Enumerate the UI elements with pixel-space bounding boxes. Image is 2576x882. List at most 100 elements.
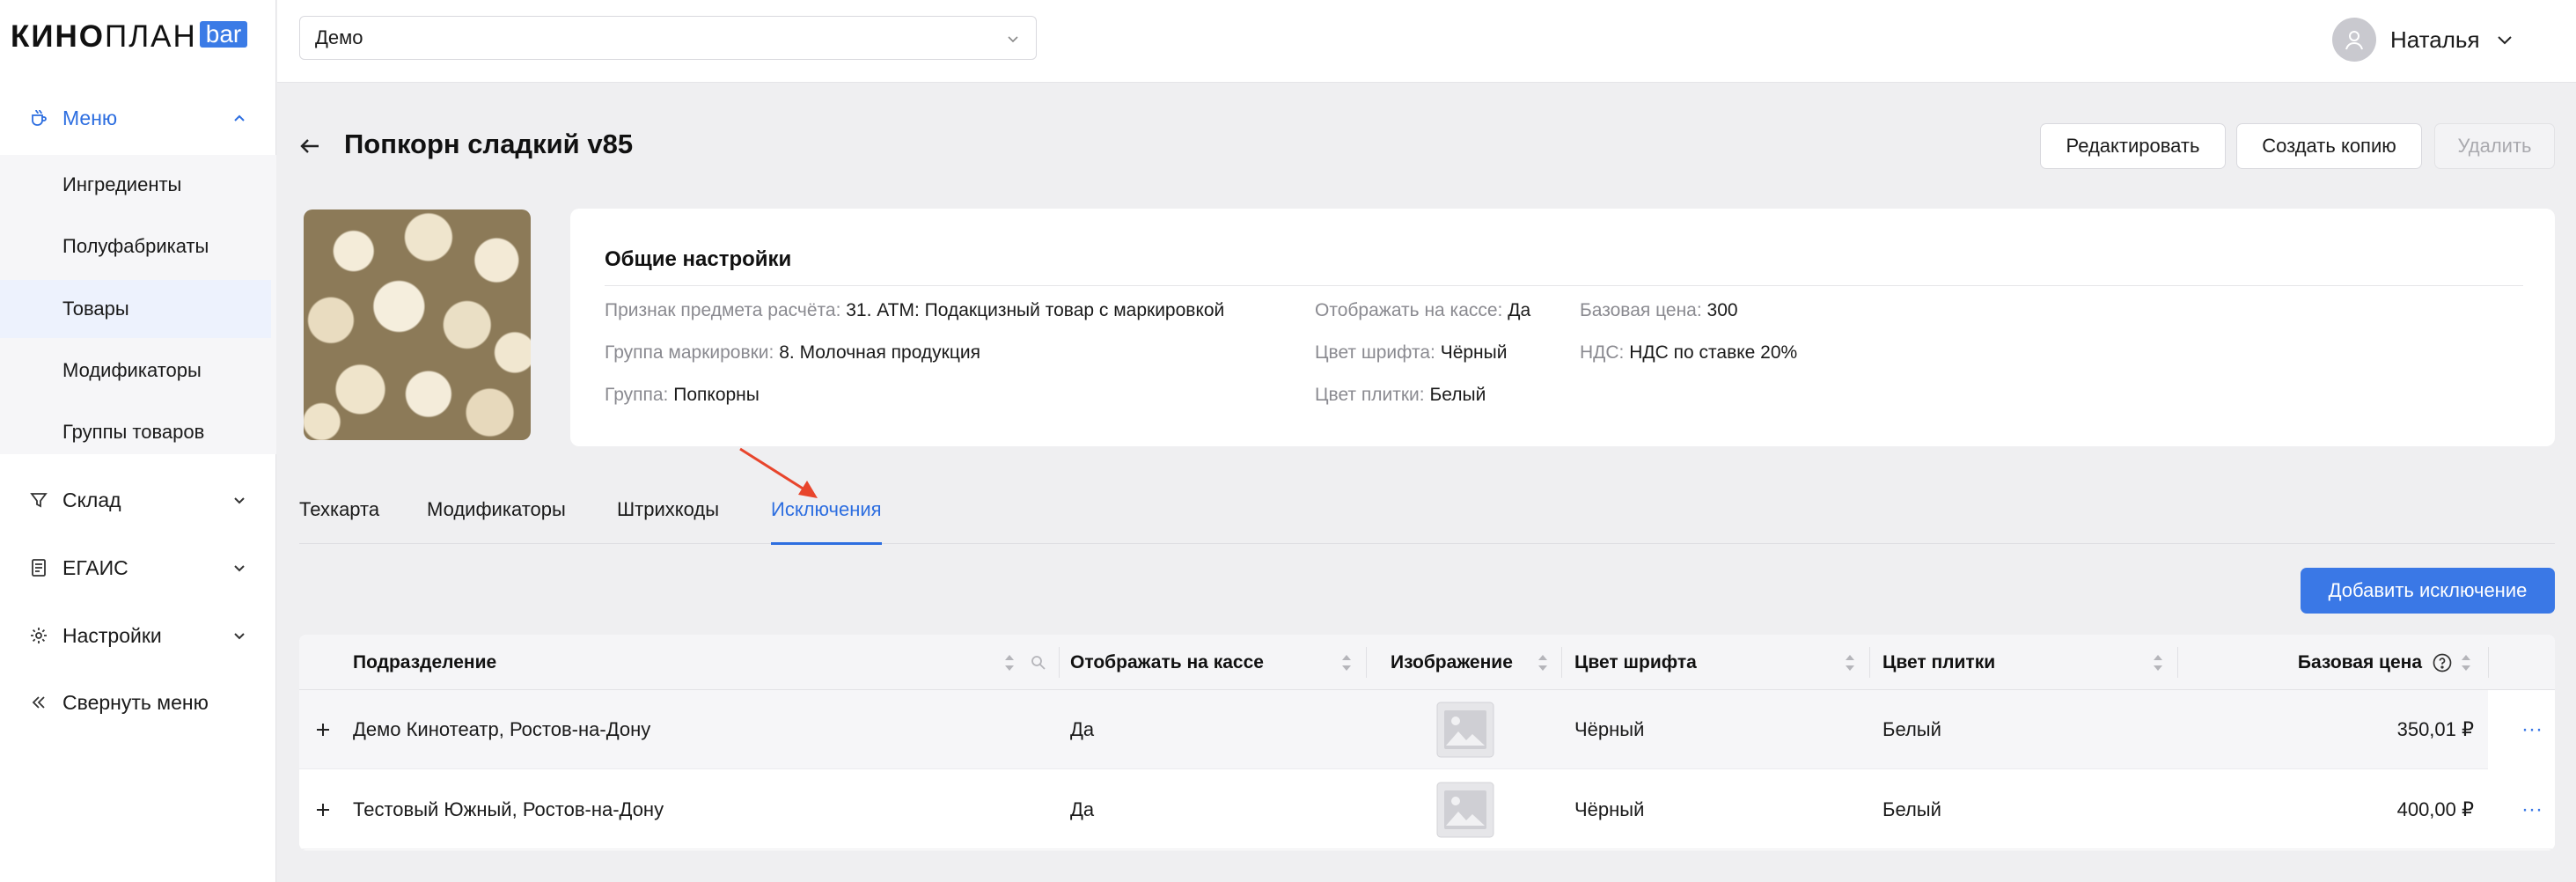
cell-base-price: 350,01 ₽ — [2396, 718, 2474, 740]
collapse-menu-button[interactable]: Свернуть меню — [0, 676, 276, 729]
sidebar-item-modifiers[interactable]: Модификаторы — [0, 342, 271, 400]
help-icon[interactable] — [2432, 652, 2453, 673]
column-separator — [1869, 647, 1870, 678]
sidebar-group-settings[interactable]: Настройки — [0, 609, 276, 662]
column-separator — [1366, 647, 1367, 678]
table-row[interactable]: Тестовый Южный, Ростов-на-Дону Да Чёрный… — [299, 770, 2555, 849]
sort-icon[interactable] — [1844, 652, 1856, 673]
organization-select[interactable]: Демо — [299, 16, 1037, 60]
divider — [605, 285, 2523, 286]
exceptions-table: Подразделение Отображать на кассе Изобра… — [299, 635, 2555, 850]
column-header-tile-color[interactable]: Цвет плитки — [1882, 635, 1995, 690]
field-vat: НДС: НДС по ставке 20% — [1580, 342, 1797, 364]
create-copy-button[interactable]: Создать копию — [2236, 123, 2422, 169]
cup-icon — [29, 108, 48, 128]
delete-button[interactable]: Удалить — [2434, 123, 2555, 169]
general-settings-card: Общие настройки Признак предмета расчёта… — [570, 209, 2555, 446]
search-icon[interactable] — [1030, 654, 1047, 672]
cell-font-color: Чёрный — [1574, 798, 1645, 820]
sidebar-item-product-groups[interactable]: Группы товаров — [0, 403, 271, 461]
field-font-color: Цвет шрифта: Чёрный — [1315, 342, 1507, 364]
plus-icon[interactable] — [312, 719, 334, 740]
field-value: Белый — [1429, 385, 1486, 405]
tab-modifiers[interactable]: Модификаторы — [427, 498, 566, 544]
column-header-base-price[interactable]: Базовая цена — [2297, 635, 2422, 690]
cell-show-on-cashbox: Да — [1070, 718, 1095, 740]
field-value: 31. АТМ: Подакцизный товар с маркировкой — [846, 300, 1225, 320]
image-placeholder-icon — [1436, 702, 1494, 758]
column-separator — [2488, 647, 2489, 678]
sidebar-group-menu[interactable]: Меню — [0, 92, 276, 144]
sidebar: КИНОПЛАН bar Меню Ингредиенты Полуфабрик… — [0, 0, 276, 882]
settings-title: Общие настройки — [605, 247, 792, 271]
column-separator — [2177, 647, 2178, 678]
sidebar-item-semi-finished[interactable]: Полуфабрикаты — [0, 217, 271, 276]
column-separator — [1059, 647, 1060, 678]
field-marking-group: Группа маркировки: 8. Молочная продукция — [605, 342, 980, 364]
gear-icon — [29, 626, 48, 645]
field-key: Цвет плитки: — [1315, 385, 1425, 405]
sidebar-item-ingredients[interactable]: Ингредиенты — [0, 156, 271, 214]
sort-icon[interactable] — [1003, 652, 1016, 673]
tab-barcodes[interactable]: Штрихкоды — [617, 498, 719, 544]
cell-division: Демо Кинотеатр, Ростов-на-Дону — [353, 718, 651, 740]
logo: КИНОПЛАН bar — [11, 19, 248, 55]
field-key: НДС: — [1580, 342, 1625, 363]
cell-font-color: Чёрный — [1574, 718, 1645, 740]
field-group: Группа: Попкорны — [605, 385, 760, 406]
field-value: НДС по ставке 20% — [1629, 342, 1798, 363]
field-key: Базовая цена: — [1580, 300, 1702, 320]
chevron-down-icon — [2494, 29, 2515, 50]
sort-icon[interactable] — [1340, 652, 1353, 673]
app-root: КИНОПЛАН bar Меню Ингредиенты Полуфабрик… — [0, 0, 2576, 882]
field-key: Признак предмета расчёта: — [605, 300, 841, 320]
table-row[interactable]: Демо Кинотеатр, Ростов-на-Дону Да Чёрный… — [299, 690, 2555, 769]
field-show-on-cashbox: Отображать на кассе: Да — [1315, 300, 1530, 321]
product-image — [304, 209, 531, 440]
top-bar: Демо Наталья — [277, 0, 2576, 83]
avatar — [2332, 18, 2376, 62]
sort-icon[interactable] — [2152, 652, 2164, 673]
field-key: Цвет шрифта: — [1315, 342, 1435, 363]
plus-icon[interactable] — [312, 799, 334, 820]
user-name: Наталья — [2390, 26, 2480, 53]
collapse-menu-label: Свернуть меню — [62, 690, 209, 714]
field-value: Попкорны — [673, 385, 760, 405]
user-menu[interactable]: Наталья — [2332, 18, 2515, 62]
organization-value: Демо — [315, 26, 363, 48]
sort-icon[interactable] — [1537, 652, 1549, 673]
sort-icon[interactable] — [2460, 652, 2472, 673]
field-key: Группа: — [605, 385, 669, 405]
table-header: Подразделение Отображать на кассе Изобра… — [299, 635, 2555, 690]
column-header-show-on-cashbox[interactable]: Отображать на кассе — [1070, 635, 1264, 690]
chevron-down-icon — [1004, 30, 1022, 48]
column-header-division[interactable]: Подразделение — [353, 635, 496, 690]
chevron-down-icon — [231, 491, 248, 509]
more-actions-icon[interactable]: ··· — [2516, 797, 2548, 823]
field-key: Отображать на кассе: — [1315, 300, 1503, 320]
field-key: Группа маркировки: — [605, 342, 774, 363]
sidebar-group-egais[interactable]: ЕГАИС — [0, 541, 276, 594]
sidebar-group-label: Склад — [62, 488, 121, 511]
double-chevron-left-icon — [29, 693, 48, 712]
sidebar-group-warehouse[interactable]: Склад — [0, 474, 276, 526]
more-actions-icon[interactable]: ··· — [2516, 717, 2548, 743]
page-title: Попкорн сладкий v85 — [344, 129, 634, 159]
field-tile-color: Цвет плитки: Белый — [1315, 385, 1486, 406]
field-payment-subject: Признак предмета расчёта: 31. АТМ: Подак… — [605, 300, 1224, 321]
column-header-image[interactable]: Изображение — [1391, 635, 1513, 690]
column-separator — [1561, 647, 1562, 678]
tab-techcard[interactable]: Техкарта — [299, 498, 379, 544]
back-arrow-icon[interactable] — [296, 132, 324, 160]
add-exception-button[interactable]: Добавить исключение — [2301, 568, 2555, 614]
cell-tile-color: Белый — [1882, 718, 1941, 740]
edit-button[interactable]: Редактировать — [2040, 123, 2226, 169]
tab-exceptions[interactable]: Исключения — [771, 498, 882, 545]
logo-badge: bar — [199, 21, 248, 48]
document-icon — [29, 558, 48, 577]
sidebar-item-goods[interactable]: Товары — [0, 280, 271, 338]
column-header-font-color[interactable]: Цвет шрифта — [1574, 635, 1697, 690]
annotation-arrow-icon — [739, 447, 818, 498]
sidebar-group-label: Меню — [62, 106, 118, 129]
sidebar-group-label: ЕГАИС — [62, 555, 128, 579]
